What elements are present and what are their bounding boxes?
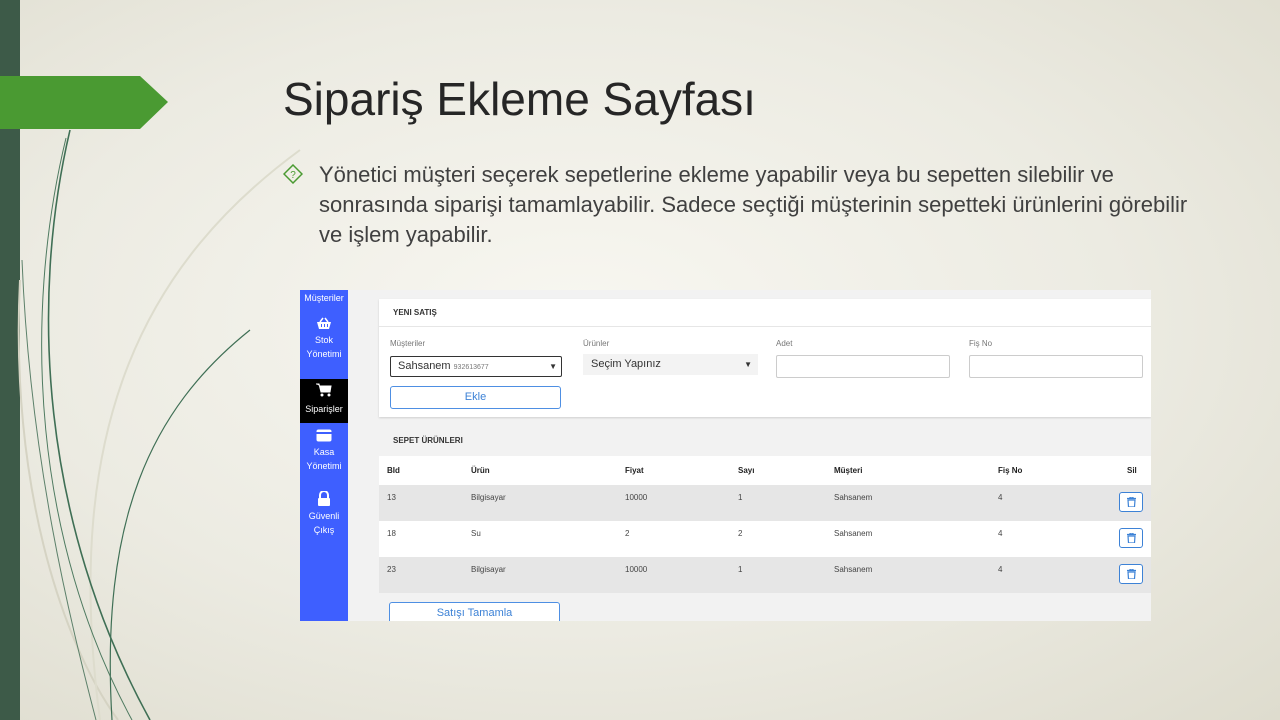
receipt-label: Fiş No — [969, 339, 993, 348]
column-header: Sayı — [738, 466, 755, 475]
cell-product: Bilgisayar — [471, 493, 506, 502]
cell-price: 10000 — [625, 493, 648, 502]
bullet-point: ? Yönetici müşteri seçerek sepetlerine e… — [283, 160, 1203, 250]
column-header: Fiş No — [998, 466, 1023, 475]
sidebar-item-label: Siparişler — [305, 404, 343, 414]
cell-bid: 23 — [387, 565, 396, 574]
column-header: Sil — [1127, 466, 1137, 475]
sidebar-item-label: Güvenli Çıkış — [308, 511, 340, 535]
cell-bid: 18 — [387, 529, 396, 538]
column-header: Ürün — [471, 466, 490, 475]
trash-icon — [1126, 497, 1136, 507]
table-row: 13 Bilgisayar 10000 1 Sahsanem 4 — [379, 485, 1151, 521]
add-button[interactable]: Ekle — [390, 386, 561, 409]
column-header: Müşteri — [834, 466, 863, 475]
new-sale-heading: YENI SATIŞ — [379, 299, 1151, 327]
cell-product: Su — [471, 529, 481, 538]
sidebar-item-guvenli-cikis[interactable]: Güvenli Çıkış — [300, 483, 348, 537]
new-sale-card: YENI SATIŞ Müşteriler Sahsanem 932613677… — [379, 299, 1151, 417]
green-arrow-shape — [0, 76, 168, 129]
cell-customer: Sahsanem — [834, 565, 873, 574]
table-row: 18 Su 2 2 Sahsanem 4 — [379, 521, 1151, 557]
column-header: Fiyat — [625, 466, 644, 475]
customer-label: Müşteriler — [390, 339, 426, 348]
receipt-number-input[interactable] — [969, 355, 1143, 378]
customer-code: 932613677 — [453, 364, 489, 371]
lock-icon — [318, 491, 330, 506]
cell-receipt: 4 — [998, 493, 1003, 502]
cell-count: 2 — [738, 529, 743, 538]
delete-button[interactable] — [1119, 492, 1143, 512]
svg-text:?: ? — [290, 170, 296, 181]
slide-title: Sipariş Ekleme Sayfası — [283, 73, 756, 125]
customer-select-value: Sahsanem — [398, 360, 451, 372]
diamond-bullet-icon: ? — [283, 164, 303, 184]
sidebar: Müşteriler Stok Yönetimi Siparişler Kasa… — [300, 290, 348, 621]
sidebar-item-label: Kasa Yönetimi — [306, 447, 342, 471]
sidebar-item-kasa[interactable]: Kasa Yönetimi — [300, 423, 348, 483]
cell-bid: 13 — [387, 493, 396, 502]
sidebar-item-stok[interactable]: Stok Yönetimi — [300, 308, 348, 379]
delete-button[interactable] — [1119, 564, 1143, 584]
trash-icon — [1126, 569, 1136, 579]
cell-count: 1 — [738, 565, 743, 574]
trash-icon — [1126, 533, 1136, 543]
column-header: BId — [387, 466, 400, 475]
cell-customer: Sahsanem — [834, 529, 873, 538]
product-select-value: Seçim Yapınız — [591, 358, 661, 370]
delete-button[interactable] — [1119, 528, 1143, 548]
cell-customer: Sahsanem — [834, 493, 873, 502]
product-label: Ürünler — [583, 339, 610, 348]
sidebar-item-label: Müşteriler — [304, 293, 344, 303]
sidebar-item-musteriler[interactable]: Müşteriler — [300, 290, 348, 308]
cart-table-header: BId Ürün Fiyat Sayı Müşteri Fiş No Sil — [379, 456, 1151, 485]
app-screenshot: Müşteriler Stok Yönetimi Siparişler Kasa… — [300, 290, 1151, 621]
cell-receipt: 4 — [998, 529, 1003, 538]
cart-icon — [316, 383, 332, 397]
cell-count: 1 — [738, 493, 743, 502]
cart-heading: SEPET ÜRÜNLERI — [379, 425, 1151, 456]
cell-receipt: 4 — [998, 565, 1003, 574]
quantity-label: Adet — [776, 339, 793, 348]
sidebar-item-label: Stok Yönetimi — [306, 335, 342, 359]
table-row: 23 Bilgisayar 10000 1 Sahsanem 4 — [379, 557, 1151, 593]
chevron-down-icon: ▼ — [744, 360, 752, 369]
product-select[interactable]: Seçim Yapınız ▼ — [583, 354, 758, 375]
customer-select[interactable]: Sahsanem 932613677 ▼ — [390, 356, 562, 377]
cell-product: Bilgisayar — [471, 565, 506, 574]
sidebar-item-siparisler[interactable]: Siparişler — [300, 379, 348, 423]
credit-card-icon — [316, 429, 332, 442]
complete-sale-button[interactable]: Satışı Tamamla — [389, 602, 560, 621]
quantity-input[interactable] — [776, 355, 950, 378]
chevron-down-icon: ▼ — [549, 362, 557, 371]
basket-icon — [317, 317, 331, 329]
cell-price: 2 — [625, 529, 630, 538]
cell-price: 10000 — [625, 565, 648, 574]
bullet-text: Yönetici müşteri seçerek sepetlerine ekl… — [319, 162, 1188, 247]
